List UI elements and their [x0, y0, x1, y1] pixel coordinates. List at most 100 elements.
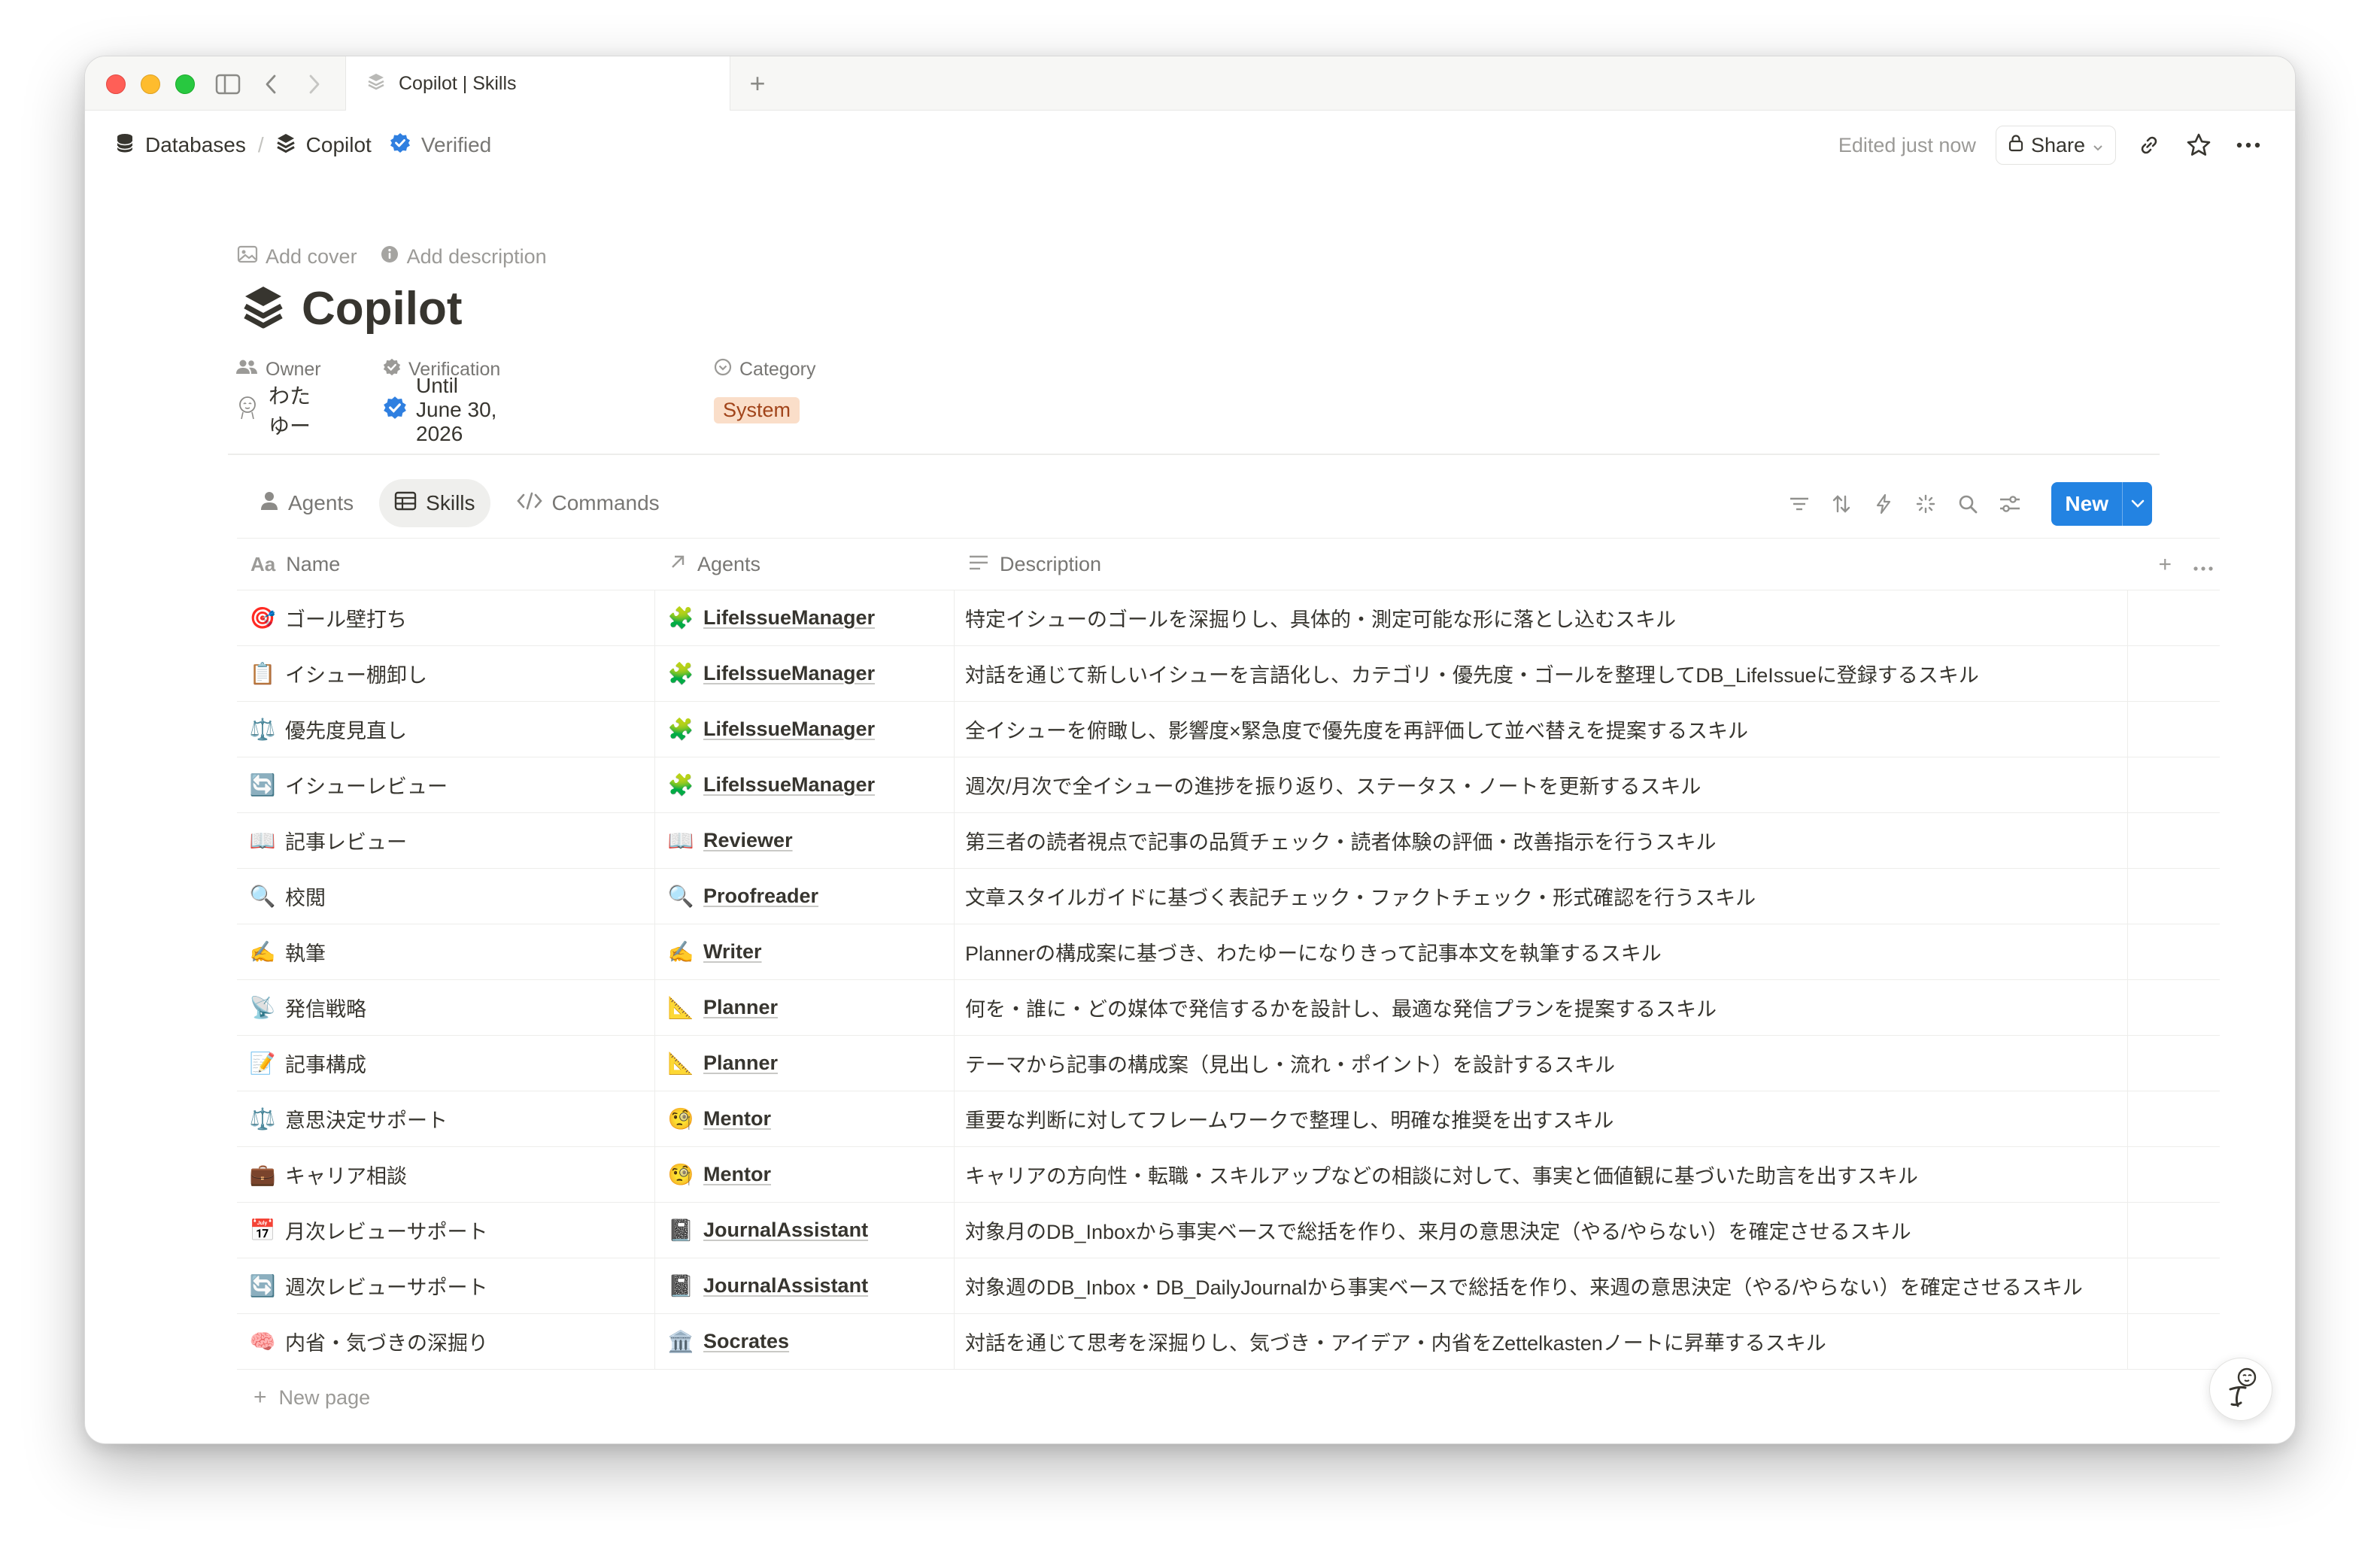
cell-description[interactable]: 重要な判断に対してフレームワークで整理し、明確な推奨を出すスキル [955, 1091, 2128, 1146]
cell-description[interactable]: 週次/月次で全イシューの進捗を振り返り、ステータス・ノートを更新するスキル [955, 757, 2128, 812]
settings-sliders-icon[interactable] [1996, 490, 2024, 518]
cell-description[interactable]: 第三者の読者視点で記事の品質チェック・読者体験の評価・改善指示を行うスキル [955, 813, 2128, 868]
more-options-icon[interactable] [2232, 129, 2265, 162]
tab-skills[interactable]: Skills [379, 479, 490, 527]
more-columns-icon[interactable] [2193, 552, 2214, 578]
verified-badge[interactable]: Verified [390, 132, 491, 159]
table-row[interactable]: 📝 記事構成 📐 Planner テーマから記事の構成案（見出し・流れ・ポイント）を設計… [237, 1036, 2220, 1091]
table-row[interactable]: 💼 キャリア相談 🧐 Mentor キャリアの方向性・転職・スキルアップなどの相談に対し… [237, 1147, 2220, 1203]
breadcrumb-copilot[interactable]: Copilot [276, 132, 372, 159]
cell-agent[interactable]: 🧩 LifeIssueManager [655, 757, 955, 812]
table-row[interactable]: 📡 発信戦略 📐 Planner 何を・誰に・どの媒体で発信するかを設計し、最適な発信プ… [237, 980, 2220, 1036]
agent-relation-link[interactable]: JournalAssistant [703, 1219, 868, 1242]
new-dropdown-chevron-icon[interactable] [2122, 482, 2152, 526]
cell-name[interactable]: 🧠 内省・気づきの深掘り [237, 1314, 655, 1369]
stack-icon[interactable] [243, 284, 284, 333]
add-property-plus-icon[interactable]: + [2158, 552, 2172, 578]
cell-agent[interactable]: ✍️ Writer [655, 924, 955, 979]
add-cover-button[interactable]: Add cover [237, 244, 357, 269]
table-row[interactable]: 📅 月次レビューサポート 📓 JournalAssistant 対象月のDB_Inbox… [237, 1203, 2220, 1258]
cell-description[interactable]: 対象週のDB_Inbox・DB_DailyJournalから事実ベースで総括を作… [955, 1258, 2128, 1313]
cell-description[interactable]: 何を・誰に・どの媒体で発信するかを設計し、最適な発信プランを提案するスキル [955, 980, 2128, 1035]
owner-value[interactable]: わたゆー [235, 384, 321, 438]
column-header-description[interactable]: Description [955, 539, 2128, 590]
cell-agent[interactable]: 📐 Planner [655, 980, 955, 1035]
cell-agent[interactable]: 🧩 LifeIssueManager [655, 702, 955, 757]
cell-agent[interactable]: 🧩 LifeIssueManager [655, 590, 955, 645]
cell-description[interactable]: 特定イシューのゴールを深掘りし、具体的・測定可能な形に落とし込むスキル [955, 590, 2128, 645]
agent-relation-link[interactable]: JournalAssistant [703, 1274, 868, 1298]
sidebar-toggle-icon[interactable] [213, 70, 243, 99]
table-row[interactable]: 🔄 イシューレビュー 🧩 LifeIssueManager 週次/月次で全イシューの進捗… [237, 757, 2220, 813]
cell-description[interactable]: キャリアの方向性・転職・スキルアップなどの相談に対して、事実と価値観に基づいた助… [955, 1147, 2128, 1202]
verification-value[interactable]: Until June 30, 2026 [383, 374, 500, 445]
add-description-button[interactable]: Add description [380, 244, 547, 269]
cell-name[interactable]: 💼 キャリア相談 [237, 1147, 655, 1202]
table-row[interactable]: 📖 記事レビュー 📖 Reviewer 第三者の読者視点で記事の品質チェック・読者体験の… [237, 813, 2220, 869]
help-assistant-button[interactable] [2209, 1358, 2272, 1421]
agent-relation-link[interactable]: Writer [703, 940, 762, 964]
cell-agent[interactable]: 📓 JournalAssistant [655, 1258, 955, 1313]
cell-description[interactable]: 対話を通じて思考を深掘りし、気づき・アイデア・内省をZettelkastenノー… [955, 1314, 2128, 1369]
agent-relation-link[interactable]: LifeIssueManager [703, 606, 875, 630]
table-row[interactable]: 🔍 校閲 🔍 Proofreader 文章スタイルガイドに基づく表記チェック・ファクトチ… [237, 869, 2220, 924]
browser-tab[interactable]: Copilot | Skills [345, 56, 730, 111]
column-header-name[interactable]: Aa Name [237, 539, 655, 590]
cell-description[interactable]: 文章スタイルガイドに基づく表記チェック・ファクトチェック・形式確認を行うスキル [955, 869, 2128, 924]
cell-name[interactable]: 📡 発信戦略 [237, 980, 655, 1035]
table-row[interactable]: ⚖️ 意思決定サポート 🧐 Mentor 重要な判断に対してフレームワークで整理し、明確… [237, 1091, 2220, 1147]
agent-relation-link[interactable]: Proofreader [703, 885, 818, 908]
cell-name[interactable]: 📅 月次レビューサポート [237, 1203, 655, 1258]
cell-agent[interactable]: 🧩 LifeIssueManager [655, 646, 955, 701]
tab-commands[interactable]: Commands [501, 479, 675, 527]
cell-description[interactable]: 対象月のDB_Inboxから事実ベースで総括を作り、来月の意思決定（やる/やらな… [955, 1203, 2128, 1258]
ai-sparkle-icon[interactable] [1911, 490, 1940, 518]
forward-arrow-icon[interactable] [303, 70, 326, 99]
copy-link-icon[interactable] [2133, 129, 2166, 162]
agent-relation-link[interactable]: LifeIssueManager [703, 662, 875, 685]
table-row[interactable]: 📋 イシュー棚卸し 🧩 LifeIssueManager 対話を通じて新しいイシューを言… [237, 646, 2220, 702]
cell-name[interactable]: 📝 記事構成 [237, 1036, 655, 1091]
new-page-row[interactable]: + New page [237, 1370, 2220, 1425]
agent-relation-link[interactable]: Mentor [703, 1107, 771, 1131]
cell-description[interactable]: Plannerの構成案に基づき、わたゆーになりきって記事本文を執筆するスキル [955, 924, 2128, 979]
cell-agent[interactable]: 🧐 Mentor [655, 1091, 955, 1146]
breadcrumb-databases[interactable]: Databases [115, 132, 246, 159]
agent-relation-link[interactable]: LifeIssueManager [703, 718, 875, 741]
close-window-button[interactable] [106, 74, 126, 94]
table-row[interactable]: 🧠 内省・気づきの深掘り 🏛️ Socrates 対話を通じて思考を深掘りし、気づき・ア… [237, 1314, 2220, 1370]
back-arrow-icon[interactable] [260, 70, 282, 99]
agent-relation-link[interactable]: Planner [703, 1052, 778, 1075]
new-tab-plus-icon[interactable]: + [741, 67, 774, 100]
tab-agents[interactable]: Agents [244, 479, 369, 527]
cell-agent[interactable]: 📐 Planner [655, 1036, 955, 1091]
agent-relation-link[interactable]: Socrates [703, 1330, 789, 1353]
cell-name[interactable]: ⚖️ 優先度見直し [237, 702, 655, 757]
new-button[interactable]: New [2051, 482, 2152, 526]
agent-relation-link[interactable]: Reviewer [703, 829, 793, 852]
sort-icon[interactable] [1827, 490, 1856, 518]
cell-description[interactable]: テーマから記事の構成案（見出し・流れ・ポイント）を設計するスキル [955, 1036, 2128, 1091]
table-row[interactable]: ✍️ 執筆 ✍️ Writer Plannerの構成案に基づき、わたゆーになりきって記事… [237, 924, 2220, 980]
cell-name[interactable]: 📋 イシュー棚卸し [237, 646, 655, 701]
cell-name[interactable]: 🔄 イシューレビュー [237, 757, 655, 812]
agent-relation-link[interactable]: LifeIssueManager [703, 773, 875, 797]
cell-description[interactable]: 対話を通じて新しいイシューを言語化し、カテゴリ・優先度・ゴールを整理してDB_L… [955, 646, 2128, 701]
table-row[interactable]: ⚖️ 優先度見直し 🧩 LifeIssueManager 全イシューを俯瞰し、影響度×緊… [237, 702, 2220, 757]
zoom-window-button[interactable] [175, 74, 195, 94]
filter-icon[interactable] [1785, 490, 1814, 518]
cell-name[interactable]: 📖 記事レビュー [237, 813, 655, 868]
favorite-star-icon[interactable] [2182, 129, 2215, 162]
cell-name[interactable]: ✍️ 執筆 [237, 924, 655, 979]
category-value[interactable]: System [714, 395, 815, 425]
cell-name[interactable]: 🔄 週次レビューサポート [237, 1258, 655, 1313]
cell-description[interactable]: 全イシューを俯瞰し、影響度×緊急度で優先度を再評価して並べ替えを提案するスキル [955, 702, 2128, 757]
table-row[interactable]: 🎯 ゴール壁打ち 🧩 LifeIssueManager 特定イシューのゴールを深掘りし、… [237, 590, 2220, 646]
cell-name[interactable]: 🔍 校閲 [237, 869, 655, 924]
cell-agent[interactable]: 🧐 Mentor [655, 1147, 955, 1202]
agent-relation-link[interactable]: Planner [703, 996, 778, 1019]
minimize-window-button[interactable] [141, 74, 160, 94]
cell-agent[interactable]: 📓 JournalAssistant [655, 1203, 955, 1258]
search-icon[interactable] [1953, 490, 1982, 518]
column-header-agents[interactable]: Agents [655, 539, 955, 590]
